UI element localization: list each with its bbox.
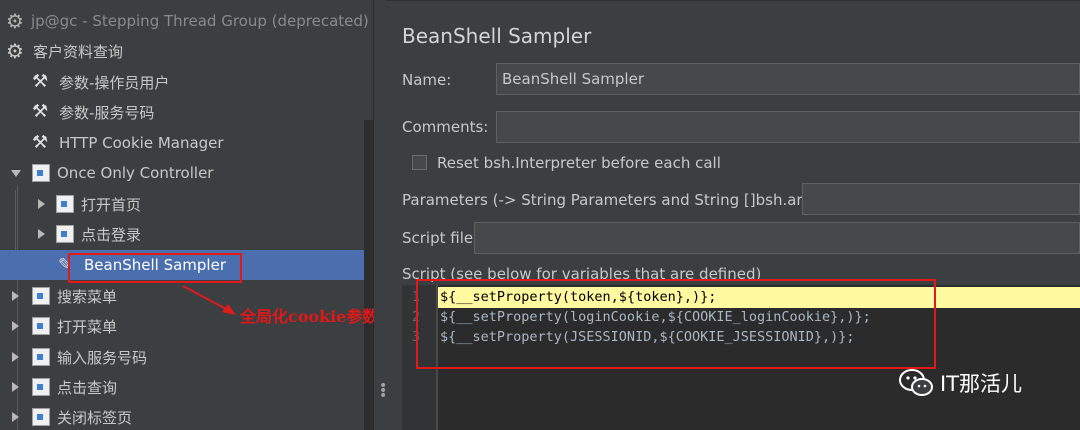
- controller-icon: [32, 164, 50, 182]
- controller-icon: [32, 287, 50, 305]
- reset-interpreter-checkbox[interactable]: [412, 155, 427, 170]
- tree-item-open-homepage[interactable]: 打开首页: [0, 189, 364, 219]
- tree-item-param-service-number[interactable]: ⚒ 参数-服务号码: [0, 97, 364, 127]
- tree-item-label: 点击查询: [57, 378, 118, 397]
- chevron-right-icon[interactable]: [38, 199, 45, 209]
- tree-item-label: Once Only Controller: [57, 164, 214, 182]
- script-file-field[interactable]: [474, 222, 1080, 254]
- wrench-icon: ⚒: [32, 71, 49, 92]
- tree-item-cookie-manager[interactable]: ⚒ HTTP Cookie Manager: [0, 128, 364, 158]
- highlight-box-script: [416, 279, 936, 369]
- name-field[interactable]: BeanShell Sampler: [496, 63, 1080, 95]
- parameters-field[interactable]: [802, 183, 1080, 215]
- wechat-icon: [899, 369, 933, 396]
- script-file-label: Script file: [402, 229, 474, 247]
- tree-item-input-service-number[interactable]: 输入服务号码: [0, 342, 364, 372]
- tree-item-label: 打开首页: [81, 195, 142, 214]
- tree-item-close-tab[interactable]: 关闭标签页: [0, 402, 364, 430]
- gear-icon: ⚙: [6, 9, 24, 33]
- tree-item-label: 参数-操作员用户: [59, 73, 170, 92]
- watermark-text: IT那活儿: [940, 372, 1023, 396]
- name-label: Name:: [402, 71, 452, 89]
- chevron-down-icon[interactable]: [11, 169, 21, 177]
- parameters-label: Parameters (-> String Parameters and Str…: [402, 191, 826, 209]
- comments-label: Comments:: [402, 118, 489, 136]
- chevron-right-icon[interactable]: [12, 382, 19, 392]
- chevron-right-icon[interactable]: [12, 291, 19, 301]
- tree-item-label: 客户资料查询: [33, 42, 124, 61]
- tree-item-once-only-controller[interactable]: Once Only Controller: [0, 158, 364, 188]
- gear-icon: ⚙: [6, 39, 24, 63]
- chevron-right-icon[interactable]: [38, 229, 45, 239]
- controller-icon: [32, 408, 50, 426]
- test-plan-tree[interactable]: ⚙ jp@gc - Stepping Thread Group (depreca…: [0, 0, 374, 430]
- tree-item-click-login[interactable]: 点击登录: [0, 219, 364, 249]
- controller-icon: [32, 317, 50, 335]
- top-separator: [386, 0, 1080, 7]
- tree-item-label: 参数-服务号码: [59, 103, 155, 122]
- chevron-right-icon[interactable]: [12, 321, 19, 331]
- tree-item-label: jp@gc - Stepping Thread Group (deprecate…: [30, 12, 369, 30]
- page-title: BeanShell Sampler: [402, 24, 592, 48]
- chevron-right-icon[interactable]: [12, 412, 19, 422]
- tree-item-label: 打开菜单: [57, 317, 118, 336]
- wrench-icon: ⚒: [32, 132, 49, 153]
- annotation-label: 全局化cookie参数: [240, 307, 379, 326]
- controller-icon: [32, 378, 50, 396]
- tree-item-label: 关闭标签页: [57, 408, 133, 427]
- annotation-arrow: [182, 285, 236, 315]
- tree-item-label: 输入服务号码: [57, 348, 148, 367]
- comments-field[interactable]: [496, 111, 1080, 143]
- tree-item-label: HTTP Cookie Manager: [59, 134, 224, 152]
- tree-item-stepping-thread-group[interactable]: ⚙ jp@gc - Stepping Thread Group (depreca…: [0, 6, 369, 36]
- tree-item-customer-query[interactable]: ⚙ 客户资料查询: [0, 36, 364, 66]
- tree-item-click-query[interactable]: 点击查询: [0, 372, 364, 402]
- tree-item-label: 搜索菜单: [57, 287, 118, 306]
- controller-icon: [56, 225, 74, 243]
- controller-icon: [56, 195, 74, 213]
- tree-item-label: 点击登录: [81, 225, 142, 244]
- tree-item-param-operator[interactable]: ⚒ 参数-操作员用户: [0, 67, 364, 97]
- chevron-right-icon[interactable]: [12, 352, 19, 362]
- watermark: IT那活儿: [898, 368, 1022, 398]
- tree-scrollbar[interactable]: [364, 120, 373, 430]
- panel-splitter[interactable]: [374, 0, 386, 430]
- highlight-box-sampler: [68, 253, 242, 283]
- reset-interpreter-label: Reset bsh.Interpreter before each call: [437, 154, 721, 172]
- wrench-icon: ⚒: [32, 101, 49, 122]
- controller-icon: [32, 348, 50, 366]
